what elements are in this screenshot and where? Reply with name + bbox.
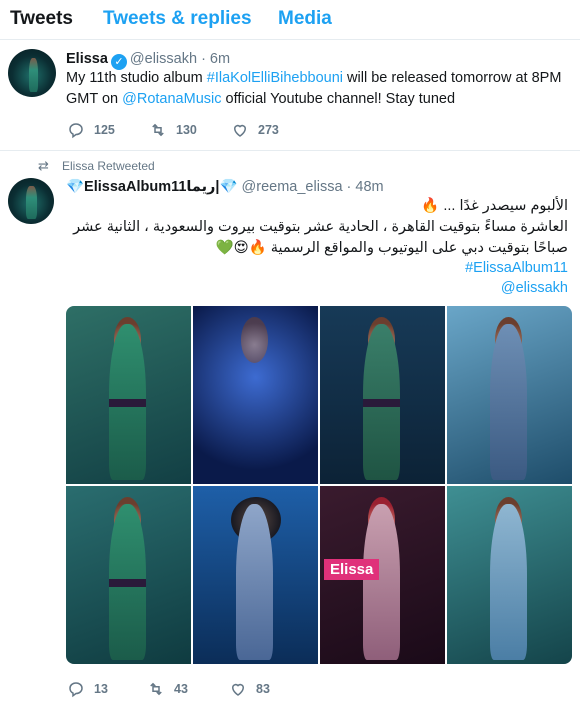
retweet-icon xyxy=(146,680,166,698)
media-photo[interactable] xyxy=(66,306,191,484)
media-photo[interactable] xyxy=(447,306,572,484)
tweet-elissa[interactable]: Elissa ✓ @elissakh · 6m My 11th studio alb… xyxy=(0,41,580,151)
author-handle[interactable]: @reema_elissa xyxy=(242,179,343,195)
tweet-actions: 125 130 273 xyxy=(66,121,366,141)
avatar[interactable] xyxy=(8,178,54,224)
retweet-icon: ⇄ xyxy=(38,158,49,173)
reply-button[interactable]: 13 xyxy=(66,680,108,698)
hashtag-link[interactable]: #IlaKolElliBihebbouni xyxy=(207,70,343,86)
tweet-actions: 13 43 83 xyxy=(66,680,366,700)
author-name[interactable]: Elissa xyxy=(66,51,108,67)
media-grid[interactable]: Elissa xyxy=(66,306,572,664)
tweet-header: 💎ElissaAlbum11ريما|💎 @reema_elissa · 48m xyxy=(66,178,384,195)
author-handle[interactable]: @elissakh xyxy=(130,51,197,67)
hashtag-link[interactable]: #ElissaAlbum11 xyxy=(66,258,568,279)
media-photo[interactable] xyxy=(320,306,445,484)
media-photo[interactable] xyxy=(193,486,318,664)
media-photo[interactable] xyxy=(193,306,318,484)
author-name[interactable]: 💎ElissaAlbum11ريما|💎 xyxy=(66,179,238,195)
profile-tabs: Tweets Tweets & replies Media xyxy=(0,0,580,40)
retweet-icon xyxy=(148,121,168,139)
retweet-indicator[interactable]: ⇄ Elissa Retweeted xyxy=(38,158,155,174)
tab-media[interactable]: Media xyxy=(278,8,332,30)
tab-tweets-and-replies[interactable]: Tweets & replies xyxy=(103,8,252,30)
reply-button[interactable]: 125 xyxy=(66,121,115,139)
media-photo[interactable] xyxy=(66,486,191,664)
like-button[interactable]: 273 xyxy=(230,121,279,139)
tweet-time[interactable]: · 48m xyxy=(347,179,384,195)
heart-icon xyxy=(228,680,248,698)
retweet-button[interactable]: 43 xyxy=(146,680,188,698)
heart-icon xyxy=(230,121,250,139)
tweet-text: My 11th studio album #IlaKolElliBihebbou… xyxy=(66,70,562,107)
reply-icon xyxy=(66,121,86,139)
tweet-text-body: العاشرة مساءً بتوقيت القاهرة ، الحادية ع… xyxy=(73,219,568,256)
tab-tweets[interactable]: Tweets xyxy=(10,8,73,30)
photo-caption: Elissa xyxy=(324,559,380,580)
mention-link[interactable]: @RotanaMusic xyxy=(122,91,221,107)
media-photo[interactable] xyxy=(447,486,572,664)
tweet-time[interactable]: · 6m xyxy=(201,51,230,67)
tweet-text-line1: الألبوم سيصدر غدًا ... 🔥 xyxy=(421,198,568,214)
retweet-button[interactable]: 130 xyxy=(148,121,197,139)
reply-icon xyxy=(66,680,86,698)
media-photo[interactable]: Elissa xyxy=(320,486,445,664)
avatar[interactable] xyxy=(8,49,56,97)
mention-link[interactable]: @elissakh xyxy=(66,278,568,299)
like-button[interactable]: 83 xyxy=(228,680,270,698)
